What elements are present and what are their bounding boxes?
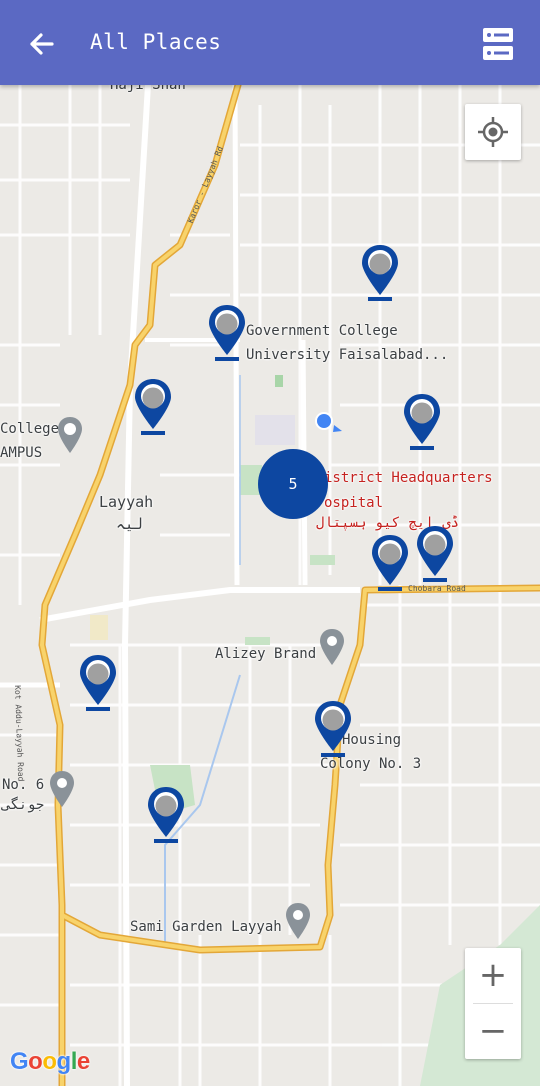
map-view[interactable]: Haji Shah Government College University … bbox=[0, 77, 540, 1086]
place-marker-icon[interactable] bbox=[146, 785, 186, 847]
map-label-urdu-left: جونگی bbox=[2, 797, 45, 813]
place-marker-icon[interactable] bbox=[313, 699, 353, 761]
place-marker-icon[interactable] bbox=[402, 392, 442, 454]
place-marker-icon[interactable] bbox=[207, 303, 247, 365]
my-location-button[interactable] bbox=[465, 104, 521, 160]
list-view-button[interactable] bbox=[478, 24, 518, 64]
zoom-controls: + − bbox=[465, 948, 521, 1059]
map-label-campus: AMPUS bbox=[0, 445, 43, 461]
arrow-left-icon bbox=[30, 33, 54, 55]
place-marker-icon[interactable] bbox=[133, 377, 173, 439]
map-label-gcu: Government College bbox=[246, 323, 398, 339]
place-pin-icon[interactable] bbox=[284, 901, 312, 941]
map-label-alizey: Alizey Brand bbox=[215, 646, 317, 662]
zoom-in-button[interactable]: + bbox=[465, 948, 521, 1003]
map-label-dhq: istrict Headquarters bbox=[324, 470, 493, 486]
app-bar: All Places bbox=[0, 0, 540, 85]
map-label-layyah-urdu: لیہ bbox=[116, 515, 143, 533]
place-marker-icon[interactable] bbox=[78, 653, 118, 715]
map-label-dhq-2: ospital bbox=[324, 495, 384, 511]
back-button[interactable] bbox=[22, 26, 62, 62]
place-pin-icon[interactable] bbox=[318, 627, 346, 667]
google-logo: Google bbox=[10, 1048, 90, 1075]
list-view-icon bbox=[483, 28, 513, 60]
zoom-out-button[interactable]: − bbox=[465, 1004, 521, 1059]
my-location-icon bbox=[478, 117, 508, 147]
map-label-layyah: Layyah bbox=[99, 493, 154, 511]
map-label-college: College bbox=[0, 421, 60, 437]
place-pin-icon[interactable] bbox=[48, 769, 76, 809]
map-label-no6: No. 6 bbox=[2, 777, 45, 793]
map-label-sami-garden: Sami Garden Layyah bbox=[130, 919, 282, 935]
place-marker-icon[interactable] bbox=[370, 533, 410, 595]
place-pin-icon[interactable] bbox=[56, 415, 84, 455]
marker-cluster[interactable]: 5 bbox=[258, 449, 328, 519]
map-label-gcu-2: University Faisalabad... bbox=[246, 347, 449, 363]
page-title: All Places bbox=[90, 30, 222, 54]
place-marker-icon[interactable] bbox=[360, 243, 400, 305]
place-marker-icon[interactable] bbox=[415, 524, 455, 586]
